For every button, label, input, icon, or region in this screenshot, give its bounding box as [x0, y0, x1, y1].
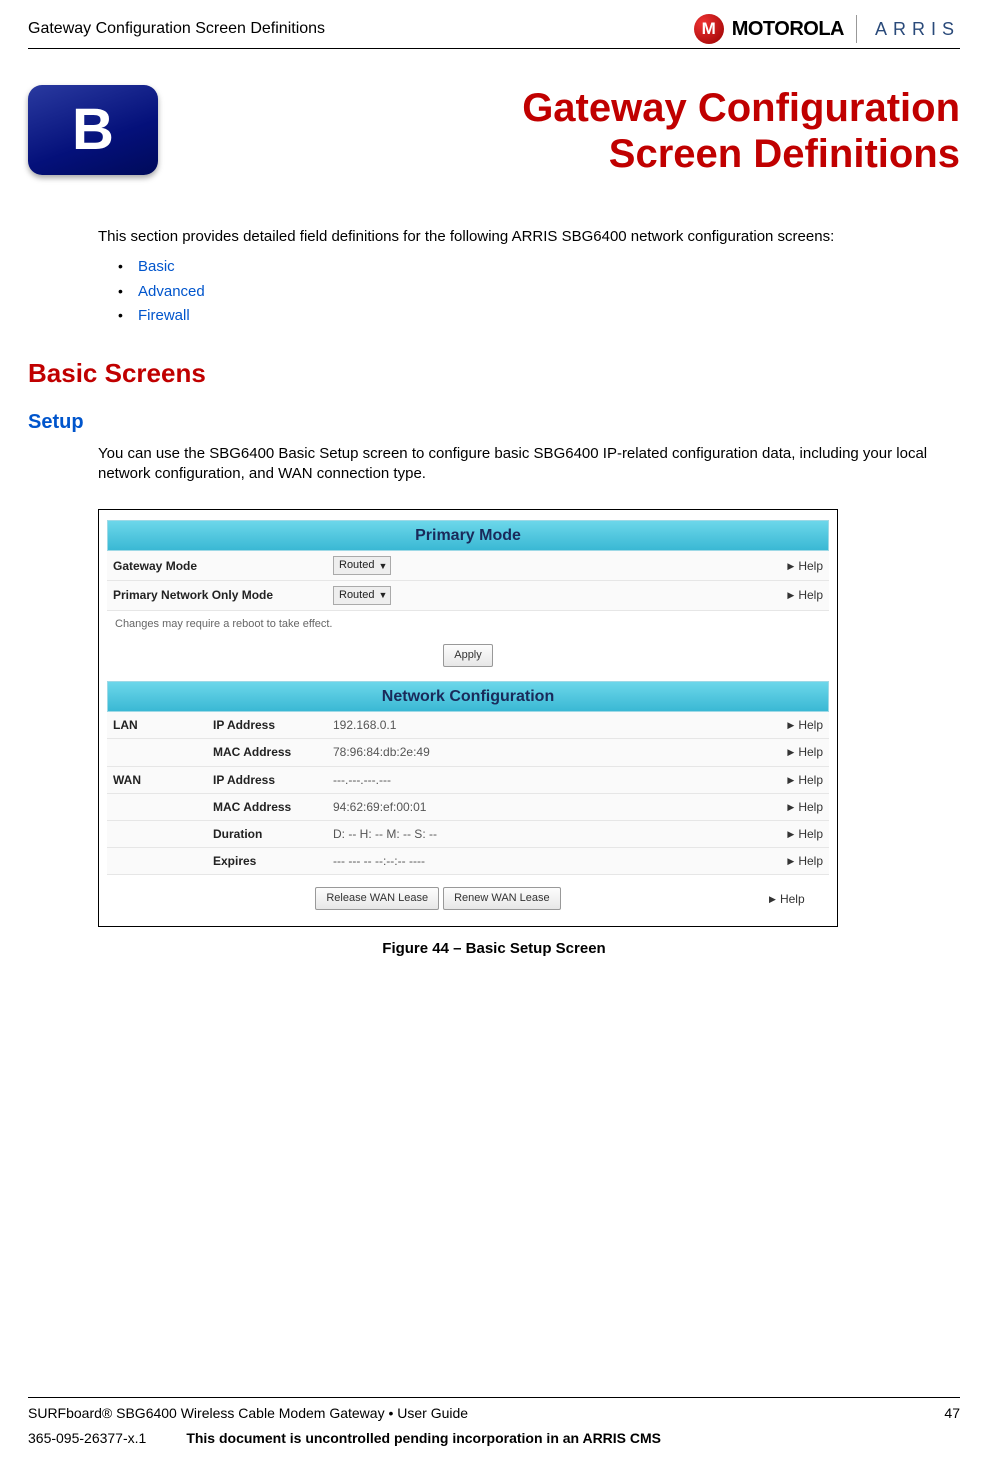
logo-group: M MOTOROLA ARRIS	[694, 14, 960, 44]
help-link[interactable]: ▶Help	[787, 587, 823, 603]
logo-divider	[856, 15, 857, 43]
row-expires: Expires --- --- -- --:--:-- ---- ▶Help	[107, 848, 829, 875]
triangle-right-icon: ▶	[787, 855, 794, 867]
row-gateway-mode: Gateway Mode Routed ▼ ▶Help	[107, 551, 829, 581]
label-wan: WAN	[113, 772, 213, 788]
triangle-right-icon: ▶	[787, 589, 794, 601]
reboot-note: Changes may require a reboot to take eff…	[107, 611, 829, 638]
row-lan-mac: MAC Address 78:96:84:db:2e:49 ▶Help	[107, 739, 829, 766]
label-ip-address: IP Address	[213, 717, 333, 733]
motorola-icon: M	[694, 14, 724, 44]
label-lan: LAN	[113, 717, 213, 733]
renew-wan-lease-button[interactable]: Renew WAN Lease	[443, 887, 561, 910]
select-primary-network-mode-value: Routed	[339, 588, 374, 603]
value-wan-mac: 94:62:69:ef:00:01	[333, 799, 787, 815]
link-basic[interactable]: Basic	[138, 258, 175, 275]
footer-product: SURFboard® SBG6400 Wireless Cable Modem …	[28, 1404, 468, 1423]
label-gateway-mode: Gateway Mode	[113, 558, 333, 574]
setup-paragraph: You can use the SBG6400 Basic Setup scre…	[98, 444, 960, 485]
figure-caption: Figure 44 – Basic Setup Screen	[28, 939, 960, 959]
footer-doc-number: 365-095-26377-x.1	[28, 1429, 146, 1448]
chapter-title-line1: Gateway Configuration	[522, 86, 960, 130]
triangle-right-icon: ▶	[769, 893, 776, 905]
help-link[interactable]: ▶Help	[787, 744, 823, 760]
help-link[interactable]: ▶Help	[787, 558, 823, 574]
chevron-down-icon: ▼	[378, 560, 387, 572]
triangle-right-icon: ▶	[787, 746, 794, 758]
label-mac-address: MAC Address	[213, 744, 333, 760]
apply-button[interactable]: Apply	[443, 644, 493, 667]
select-gateway-mode-value: Routed	[339, 558, 374, 573]
panel-network-config-header: Network Configuration	[107, 681, 829, 713]
motorola-wordmark: MOTOROLA	[732, 16, 844, 43]
help-link[interactable]: ▶Help	[787, 717, 823, 733]
chapter-title: Gateway Configuration Screen Definitions	[188, 85, 960, 177]
link-advanced[interactable]: Advanced	[138, 283, 205, 300]
label-primary-network-mode: Primary Network Only Mode	[113, 587, 333, 603]
release-wan-lease-button[interactable]: Release WAN Lease	[315, 887, 439, 910]
chevron-down-icon: ▼	[378, 589, 387, 601]
link-firewall[interactable]: Firewall	[138, 307, 190, 324]
triangle-right-icon: ▶	[787, 828, 794, 840]
header-title: Gateway Configuration Screen Definitions	[28, 18, 325, 40]
heading-setup: Setup	[28, 409, 960, 436]
label-duration: Duration	[213, 826, 333, 842]
label-mac-address: MAC Address	[213, 799, 333, 815]
label-expires: Expires	[213, 853, 333, 869]
arris-wordmark: ARRIS	[875, 17, 960, 41]
triangle-right-icon: ▶	[787, 719, 794, 731]
appendix-badge: B	[28, 85, 158, 175]
help-link[interactable]: ▶Help	[769, 891, 829, 907]
figure-screenshot: Primary Mode Gateway Mode Routed ▼ ▶Help…	[98, 509, 838, 928]
value-lan-mac: 78:96:84:db:2e:49	[333, 744, 787, 760]
footer-page-number: 47	[944, 1404, 960, 1423]
help-link[interactable]: ▶Help	[787, 772, 823, 788]
value-duration: D: -- H: -- M: -- S: --	[333, 826, 787, 842]
select-gateway-mode[interactable]: Routed ▼	[333, 556, 391, 575]
value-wan-ip: ---.---.---.---	[333, 772, 787, 788]
motorola-icon-letter: M	[702, 18, 716, 41]
row-wan-mac: MAC Address 94:62:69:ef:00:01 ▶Help	[107, 794, 829, 821]
heading-basic-screens: Basic Screens	[28, 356, 960, 391]
value-expires: --- --- -- --:--:-- ----	[333, 853, 787, 869]
help-link[interactable]: ▶Help	[787, 826, 823, 842]
triangle-right-icon: ▶	[787, 801, 794, 813]
help-link[interactable]: ▶Help	[787, 853, 823, 869]
footer-notice: This document is uncontrolled pending in…	[186, 1429, 661, 1448]
chapter-title-line2: Screen Definitions	[609, 132, 960, 176]
triangle-right-icon: ▶	[787, 560, 794, 572]
row-lan-ip: LAN IP Address 192.168.0.1 ▶Help	[107, 712, 829, 739]
wan-lease-buttons-row: Release WAN Lease Renew WAN Lease ▶Help	[107, 875, 829, 912]
select-primary-network-mode[interactable]: Routed ▼	[333, 586, 391, 605]
row-wan-ip: WAN IP Address ---.---.---.--- ▶Help	[107, 767, 829, 794]
label-ip-address: IP Address	[213, 772, 333, 788]
intro-paragraph: This section provides detailed field def…	[98, 227, 960, 247]
row-duration: Duration D: -- H: -- M: -- S: -- ▶Help	[107, 821, 829, 848]
chapter-heading-row: B Gateway Configuration Screen Definitio…	[28, 85, 960, 177]
row-primary-network-mode: Primary Network Only Mode Routed ▼ ▶Help	[107, 581, 829, 611]
triangle-right-icon: ▶	[787, 774, 794, 786]
panel-primary-mode-header: Primary Mode	[107, 520, 829, 552]
page-footer: SURFboard® SBG6400 Wireless Cable Modem …	[28, 1397, 960, 1448]
help-link[interactable]: ▶Help	[787, 799, 823, 815]
page-header: Gateway Configuration Screen Definitions…	[28, 14, 960, 49]
intro-link-list: Basic Advanced Firewall	[118, 257, 960, 326]
value-lan-ip: 192.168.0.1	[333, 717, 787, 733]
appendix-letter: B	[72, 91, 114, 169]
